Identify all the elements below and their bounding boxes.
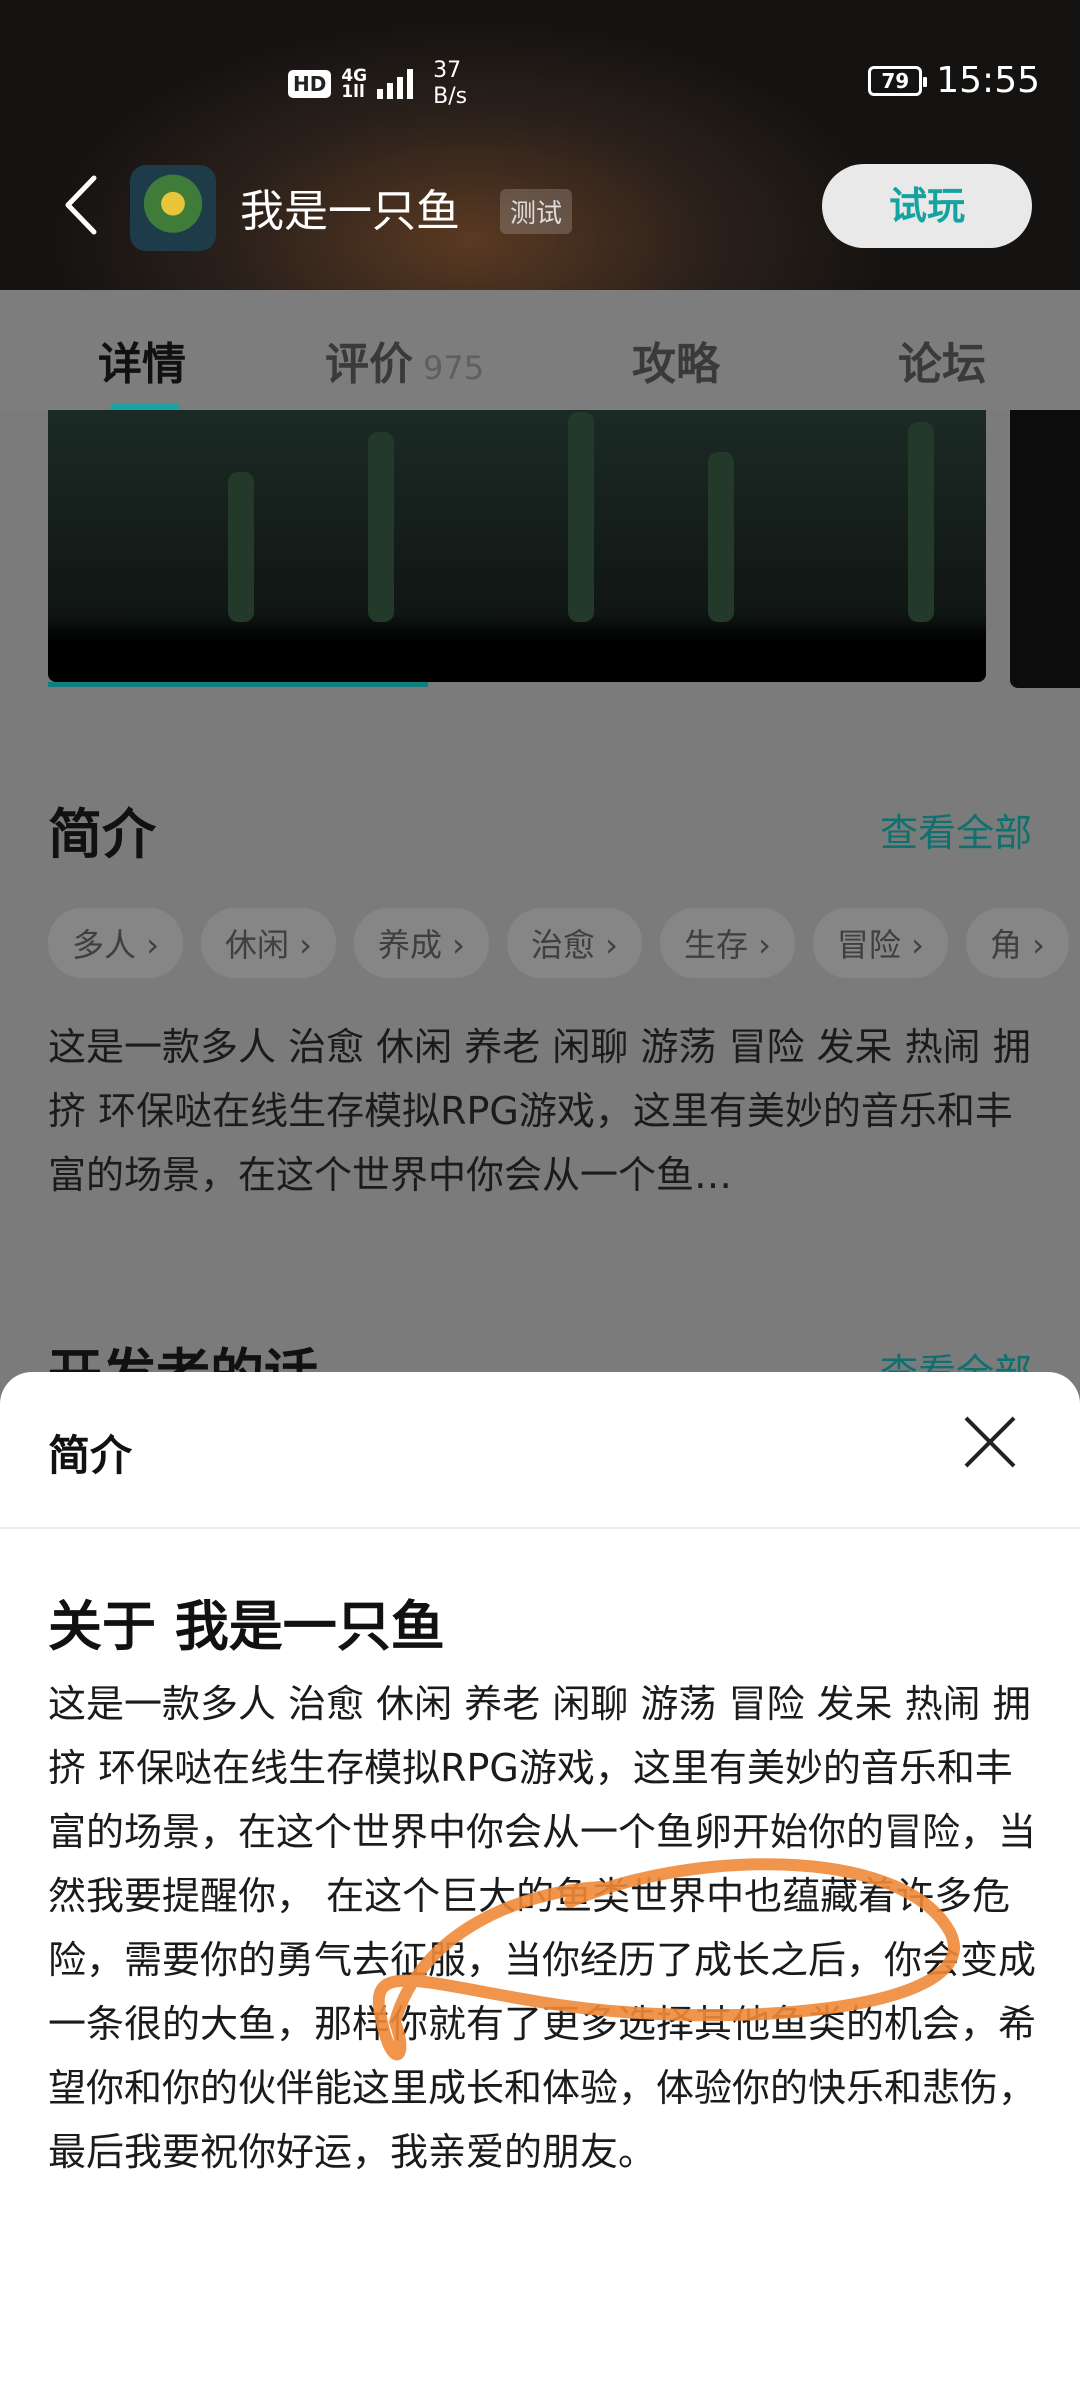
signal-bars-icon [377,69,414,99]
tag-chip[interactable]: 养成 [353,908,489,978]
net-speed-value: 37 [433,58,462,83]
status-bar: HD 4G 1ll 37 B/s 79 15:55 [0,40,1080,120]
tab-reviews[interactable]: 评价 975 [325,328,484,392]
net-speed: 37 B/s [433,58,467,110]
tab-guides-label: 攻略 [632,339,720,390]
about-title: 关于 我是一只鱼 [48,1595,445,1658]
tag-chip[interactable]: 角 [965,908,1069,978]
battery-icon: 79 [868,65,928,96]
back-button[interactable] [62,170,112,240]
signal-label: 4G 1ll [341,68,367,102]
intro-text: 这是一款多人 治愈 休闲 养老 闲聊 游荡 冒险 发呆 热闹 拥挤 环保哒在线生… [48,1025,1031,1197]
tab-reviews-label: 评价 [325,339,413,390]
tag-chips: 多人 休闲 养成 治愈 生存 冒险 角 [48,908,1069,978]
about-body-text: 这是一款多人 治愈 休闲 养老 闲聊 游荡 冒险 发呆 热闹 拥挤 环保哒在线生… [48,1682,1037,2174]
video-progress-bar [48,682,428,687]
tag-chip[interactable]: 休闲 [200,908,336,978]
intro-bottom-sheet: 简介 关于 我是一只鱼 这是一款多人 治愈 休闲 养老 闲聊 游荡 冒险 发呆 … [0,1372,1080,2400]
tab-details[interactable]: 详情 [98,328,186,392]
tab-forum[interactable]: 论坛 [898,328,986,392]
app-header: HD 4G 1ll 37 B/s 79 15:55 我是一只鱼 测试 试玩 [0,0,1080,290]
app-title: 我是一只鱼 [240,186,460,237]
sheet-title: 简介 [48,1431,133,1480]
tab-forum-label: 论坛 [898,339,986,390]
tag-chip[interactable]: 治愈 [506,908,642,978]
screenshot-thumbnail[interactable] [1010,410,1080,688]
signal-sub: 1ll [341,82,365,102]
tab-guides[interactable]: 攻略 [632,328,720,392]
tag-chip[interactable]: 多人 [48,908,183,978]
status-right: 79 15:55 [868,60,1040,101]
net-speed-unit: B/s [433,84,468,109]
review-count: 975 [423,349,485,387]
intro-see-all-link[interactable]: 查看全部 [880,802,1032,857]
close-icon[interactable] [960,1412,1020,1472]
app-icon [130,165,216,251]
try-play-button[interactable]: 试玩 [822,164,1032,248]
tab-bar: 详情 评价 975 攻略 论坛 [0,290,1080,410]
tag-chip[interactable]: 冒险 [812,908,948,978]
test-badge: 测试 [500,189,573,234]
chevron-left-icon [65,175,97,235]
intro-section-title: 简介 [48,803,156,866]
details-content: 简介 查看全部 多人 休闲 养成 治愈 生存 冒险 角 这是一款多人 治愈 休闲… [0,410,1080,1410]
status-left: HD 4G 1ll 37 B/s [288,58,467,110]
divider [0,1527,1080,1529]
tag-chip[interactable]: 生存 [659,908,795,978]
clock: 15:55 [936,60,1040,101]
tab-details-label: 详情 [98,339,186,390]
video-player[interactable] [48,410,986,682]
hd-icon: HD [288,70,332,98]
